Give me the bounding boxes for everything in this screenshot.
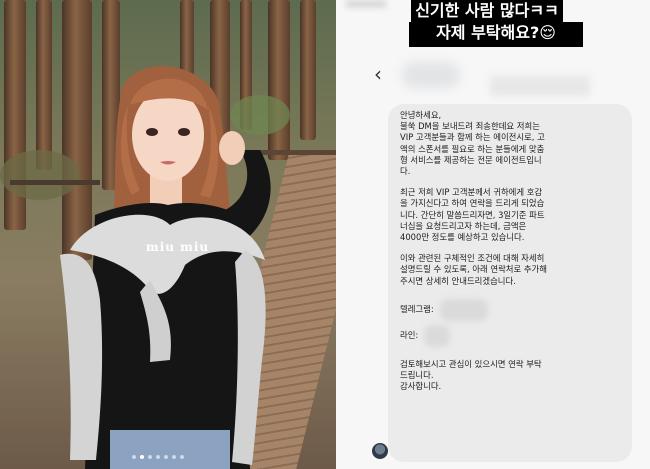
sender-avatar[interactable] <box>372 443 388 459</box>
blurred-line-id <box>424 324 451 347</box>
dm-screenshot: 신기한 사람 많다ㅋㅋ 자제 부탁해요?😌 ‹ 안녕하세요, 불쑥 DM을 보내… <box>336 0 650 469</box>
story-photo: miu miu <box>0 0 336 469</box>
message-paragraph: 불쑥 DM을 보내드려 죄송한데요 저희는 VIP 고객분들과 함께 하는 에이… <box>400 121 545 177</box>
blurred-telegram-id <box>439 298 488 321</box>
message-paragraph: 최근 저희 VIP 고객분께서 귀하에게 호감 을 가지신다고 하여 연락을 드… <box>400 187 545 243</box>
woman-figure <box>60 66 271 469</box>
message-thanks: 감사합니다. <box>400 381 442 392</box>
blurred-username <box>402 62 460 88</box>
carousel-dot <box>148 455 152 459</box>
chevron-left-icon[interactable]: ‹ <box>374 62 382 86</box>
line-contact-row: 라인: <box>400 323 620 349</box>
message-greeting: 안녕하세요, <box>400 110 442 120</box>
carousel-dot-active <box>140 455 144 459</box>
shirt-print: miu miu <box>146 240 210 254</box>
carousel-dot <box>156 455 160 459</box>
message-paragraph: 이와 관련된 구체적인 조건에 대해 자세히 설명드릴 수 있도록, 아래 연락… <box>400 253 547 286</box>
telegram-label: 텔레그램: <box>400 304 434 315</box>
carousel-dot <box>172 455 176 459</box>
blurred-profile-name <box>490 76 590 96</box>
carousel-dots <box>132 455 184 459</box>
story-caption-line2: 자제 부탁해요?😌 <box>409 22 583 47</box>
message-bubble: 안녕하세요, 불쑥 DM을 보내드려 죄송한데요 저희는 VIP 고객분들과 함… <box>388 104 632 462</box>
carousel-dot <box>164 455 168 459</box>
telegram-contact-row: 텔레그램: <box>400 297 620 323</box>
line-label: 라인: <box>400 330 419 341</box>
carousel-dot <box>132 455 136 459</box>
message-closing: 검토해보시고 관심이 있으시면 연락 부탁 드립니다. <box>400 358 542 381</box>
carousel-dot <box>180 455 184 459</box>
blurred-header <box>346 0 386 8</box>
